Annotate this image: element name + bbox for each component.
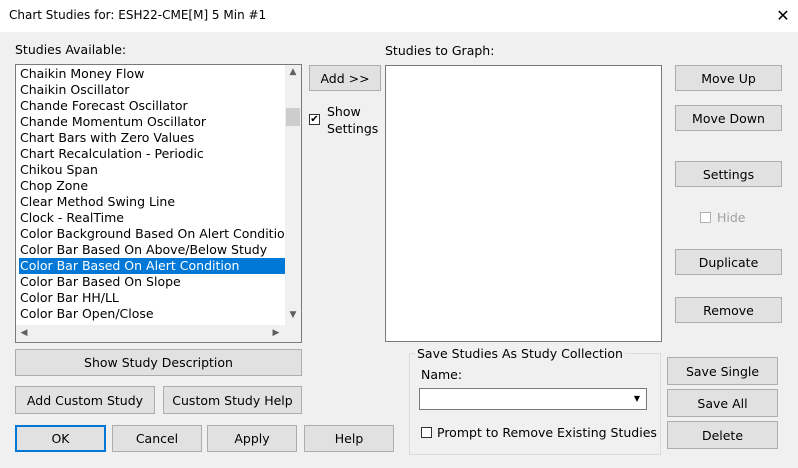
save-single-button[interactable]: Save Single bbox=[667, 357, 778, 385]
studies-available-list[interactable]: Chaikin Money Flow Chaikin Oscillator Chan… bbox=[15, 64, 302, 343]
move-up-button[interactable]: Move Up bbox=[675, 65, 782, 91]
list-item[interactable]: Chaikin Oscillator bbox=[19, 82, 285, 98]
show-settings-label-2: Settings bbox=[327, 121, 379, 136]
list-item[interactable]: Color Bar Based On Above/Below Study bbox=[19, 242, 285, 258]
list-item[interactable]: Chande Momentum Oscillator bbox=[19, 114, 285, 130]
ok-button[interactable]: OK bbox=[15, 425, 106, 452]
list-item[interactable]: Chande Forecast Oscillator bbox=[19, 98, 285, 114]
vertical-scrollbar[interactable]: ▲ ▼ bbox=[285, 65, 301, 325]
list-item[interactable]: Chart Bars with Zero Values bbox=[19, 130, 285, 146]
list-item[interactable]: Color Bar Open/Close bbox=[19, 306, 285, 322]
list-item[interactable]: Chop Zone bbox=[19, 178, 285, 194]
studies-to-graph-label: Studies to Graph: bbox=[385, 43, 495, 58]
list-item[interactable]: Color Bar HH/LL bbox=[19, 290, 285, 306]
list-item[interactable]: Color Bar Based On Slope bbox=[19, 274, 285, 290]
collection-name-combo[interactable]: ▼ bbox=[419, 388, 647, 410]
hide-label: Hide bbox=[717, 210, 746, 225]
list-item[interactable]: Chikou Span bbox=[19, 162, 285, 178]
add-custom-study-button[interactable]: Add Custom Study bbox=[15, 386, 155, 414]
cancel-button[interactable]: Cancel bbox=[112, 425, 202, 452]
settings-button[interactable]: Settings bbox=[675, 161, 782, 187]
study-collection-legend: Save Studies As Study Collection bbox=[415, 346, 625, 361]
scroll-right-icon[interactable]: ▶ bbox=[268, 328, 284, 338]
title-bar: Chart Studies for: ESH22-CME[M] 5 Min #1… bbox=[0, 0, 798, 32]
list-item[interactable]: Chaikin Money Flow bbox=[19, 66, 285, 82]
scroll-thumb[interactable] bbox=[286, 108, 300, 126]
show-settings-checkbox[interactable]: ✔ bbox=[309, 114, 320, 125]
custom-study-help-button[interactable]: Custom Study Help bbox=[163, 386, 302, 414]
prompt-remove-label: Prompt to Remove Existing Studies bbox=[437, 425, 657, 440]
show-study-description-button[interactable]: Show Study Description bbox=[15, 349, 302, 376]
move-down-button[interactable]: Move Down bbox=[675, 105, 782, 131]
list-item[interactable]: Chart Recalculation - Periodic bbox=[19, 146, 285, 162]
close-icon[interactable]: ✕ bbox=[770, 3, 796, 29]
studies-available-label: Studies Available: bbox=[15, 42, 127, 57]
scroll-left-icon[interactable]: ◀ bbox=[16, 328, 32, 338]
hide-checkbox bbox=[700, 212, 711, 223]
save-all-button[interactable]: Save All bbox=[667, 389, 778, 417]
horizontal-scrollbar[interactable]: ◀ ▶ bbox=[16, 325, 285, 342]
remove-button[interactable]: Remove bbox=[675, 297, 782, 323]
apply-button[interactable]: Apply bbox=[207, 425, 297, 452]
window-title: Chart Studies for: ESH22-CME[M] 5 Min #1 bbox=[9, 8, 267, 22]
name-label: Name: bbox=[421, 367, 463, 382]
scroll-down-icon[interactable]: ▼ bbox=[285, 310, 301, 320]
list-item[interactable]: Clear Method Swing Line bbox=[19, 194, 285, 210]
scroll-up-icon[interactable]: ▲ bbox=[285, 67, 301, 77]
list-item[interactable]: Clock - RealTime bbox=[19, 210, 285, 226]
show-settings-label-1: Show bbox=[327, 104, 361, 119]
help-button[interactable]: Help bbox=[304, 425, 394, 452]
prompt-remove-checkbox[interactable] bbox=[421, 427, 432, 438]
scroll-corner bbox=[285, 325, 301, 342]
studies-to-graph-list[interactable] bbox=[385, 65, 662, 342]
list-item[interactable]: Color Bar Based On Alert Condition bbox=[19, 258, 285, 274]
duplicate-button[interactable]: Duplicate bbox=[675, 249, 782, 275]
list-item[interactable]: Color Background Based On Alert Conditio… bbox=[19, 226, 293, 242]
chevron-down-icon[interactable]: ▼ bbox=[628, 389, 646, 409]
delete-button[interactable]: Delete bbox=[667, 421, 778, 449]
add-button[interactable]: Add >> bbox=[309, 65, 381, 91]
